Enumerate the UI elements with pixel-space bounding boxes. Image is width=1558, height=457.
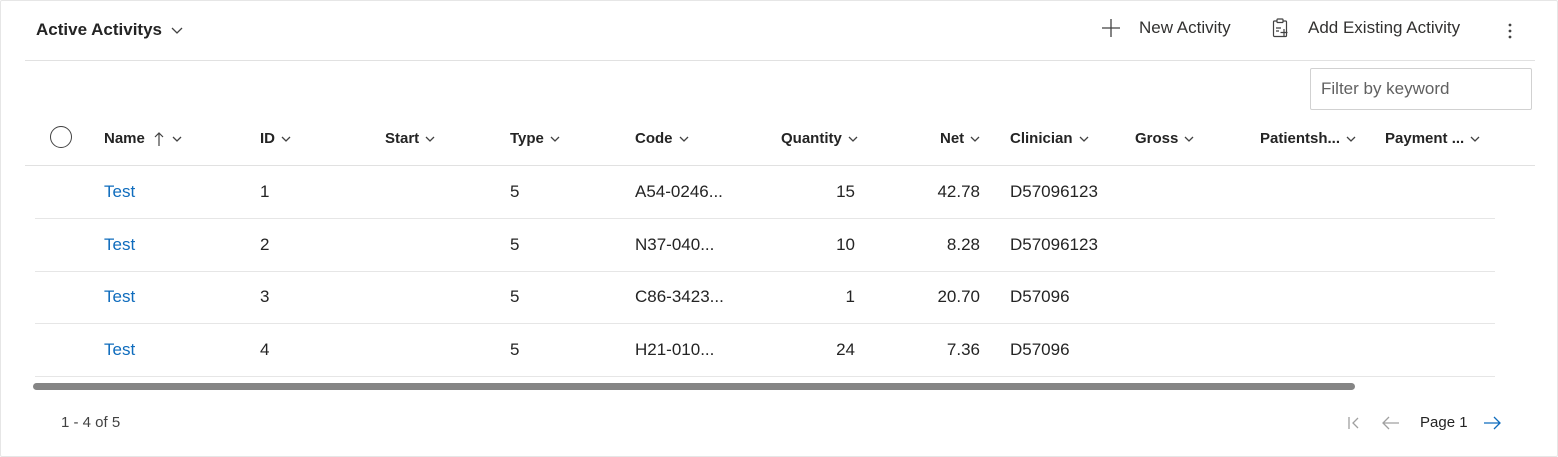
clinician-cell: D57096123 <box>1010 182 1098 201</box>
previous-page-button[interactable] <box>1381 410 1401 436</box>
chevron-down-icon <box>166 133 183 145</box>
column-header-label: Name <box>104 130 145 147</box>
column-header-label: Patientsh... <box>1260 130 1341 147</box>
next-page-button[interactable] <box>1482 410 1502 436</box>
column-header-clinician[interactable]: Clinician <box>1010 112 1090 165</box>
new-activity-button[interactable]: New Activity <box>1101 18 1231 38</box>
column-header-label: Net <box>940 130 965 147</box>
sort-up-arrow-icon <box>145 131 166 147</box>
code-cell: H21-010... <box>635 340 715 359</box>
column-header-name[interactable]: Name <box>104 112 183 165</box>
view-title: Active Activitys <box>36 20 162 39</box>
column-header-label: Gross <box>1135 130 1179 147</box>
chevron-down-icon <box>275 133 292 145</box>
type-cell: 5 <box>510 235 520 254</box>
id-cell: 3 <box>260 287 270 306</box>
grid-header-row: Name ID Start Type Code Quantity Net Cli… <box>25 112 1535 166</box>
chevron-down-icon <box>964 133 981 145</box>
column-header-net[interactable]: Net <box>940 112 981 165</box>
column-header-label: Type <box>510 130 544 147</box>
chevron-down-icon <box>1464 133 1481 145</box>
previous-page-icon <box>1381 415 1401 431</box>
quantity-cell: 1 <box>845 287 855 306</box>
table-row[interactable]: Test 2 5 N37-040... 10 8.28 D57096123 <box>35 219 1495 272</box>
quantity-cell: 15 <box>836 182 855 201</box>
record-count: 1 - 4 of 5 <box>61 414 121 431</box>
net-cell: 42.78 <box>937 182 980 201</box>
name-link[interactable]: Test <box>104 166 135 218</box>
filter-input[interactable] <box>1319 69 1523 109</box>
column-header-type[interactable]: Type <box>510 112 561 165</box>
table-row[interactable]: Test 1 5 A54-0246... 15 42.78 D57096123 <box>35 166 1495 219</box>
column-header-label: Clinician <box>1010 130 1073 147</box>
type-cell: 5 <box>510 182 520 201</box>
add-icon <box>1101 18 1139 38</box>
chevron-down-icon <box>1340 133 1357 145</box>
clinician-cell: D57096123 <box>1010 235 1098 254</box>
name-link[interactable]: Test <box>104 271 135 323</box>
name-link[interactable]: Test <box>104 219 135 271</box>
clipboard-add-icon <box>1272 18 1308 38</box>
column-header-label: Start <box>385 130 420 147</box>
column-header-label: Payment ... <box>1385 130 1465 147</box>
filter-box <box>1310 68 1532 110</box>
horizontal-scrollbar[interactable] <box>33 383 1355 390</box>
column-header-label: Quantity <box>781 130 842 147</box>
net-cell: 20.70 <box>937 287 980 306</box>
id-cell: 2 <box>260 235 270 254</box>
type-cell: 5 <box>510 340 520 359</box>
chevron-down-icon <box>842 133 859 145</box>
net-cell: 8.28 <box>946 235 980 254</box>
id-cell: 1 <box>260 182 270 201</box>
chevron-down-icon <box>170 23 184 37</box>
clinician-cell: D57096 <box>1010 287 1070 306</box>
next-page-icon <box>1482 415 1502 431</box>
column-header-patientshare[interactable]: Patientsh... <box>1260 112 1357 165</box>
chevron-down-icon <box>544 133 561 145</box>
quantity-cell: 10 <box>836 235 855 254</box>
first-page-icon <box>1346 415 1362 431</box>
code-cell: N37-040... <box>635 235 715 254</box>
first-page-button[interactable] <box>1346 410 1362 436</box>
column-header-id[interactable]: ID <box>260 112 292 165</box>
column-header-start[interactable]: Start <box>385 112 436 165</box>
name-link[interactable]: Test <box>104 324 135 376</box>
view-selector[interactable]: Active Activitys <box>36 20 184 40</box>
add-existing-activity-label: Add Existing Activity <box>1308 18 1461 37</box>
new-activity-label: New Activity <box>1139 18 1231 37</box>
column-header-label: Code <box>635 130 673 147</box>
net-cell: 7.36 <box>946 340 980 359</box>
page-number: Page 1 <box>1420 414 1468 431</box>
table-row[interactable]: Test 3 5 C86-3423... 1 20.70 D57096 <box>35 271 1495 324</box>
column-header-gross[interactable]: Gross <box>1135 112 1195 165</box>
quantity-cell: 24 <box>836 340 855 359</box>
table-row[interactable]: Test 4 5 H21-010... 24 7.36 D57096 <box>35 324 1495 377</box>
more-commands-button[interactable] <box>1500 18 1520 44</box>
column-header-quantity[interactable]: Quantity <box>781 112 859 165</box>
chevron-down-icon <box>1073 133 1090 145</box>
type-cell: 5 <box>510 287 520 306</box>
column-header-code[interactable]: Code <box>635 112 690 165</box>
code-cell: A54-0246... <box>635 182 723 201</box>
clinician-cell: D57096 <box>1010 340 1070 359</box>
id-cell: 4 <box>260 340 270 359</box>
chevron-down-icon <box>673 133 690 145</box>
column-header-label: ID <box>260 130 275 147</box>
code-cell: C86-3423... <box>635 287 724 306</box>
add-existing-activity-button[interactable]: Add Existing Activity <box>1272 18 1460 38</box>
chevron-down-icon <box>1178 133 1195 145</box>
subgrid-header: Active Activitys New Activity Add Existi… <box>25 0 1535 61</box>
column-header-payment[interactable]: Payment ... <box>1385 112 1481 165</box>
more-vertical-icon <box>1507 21 1513 41</box>
chevron-down-icon <box>419 133 436 145</box>
